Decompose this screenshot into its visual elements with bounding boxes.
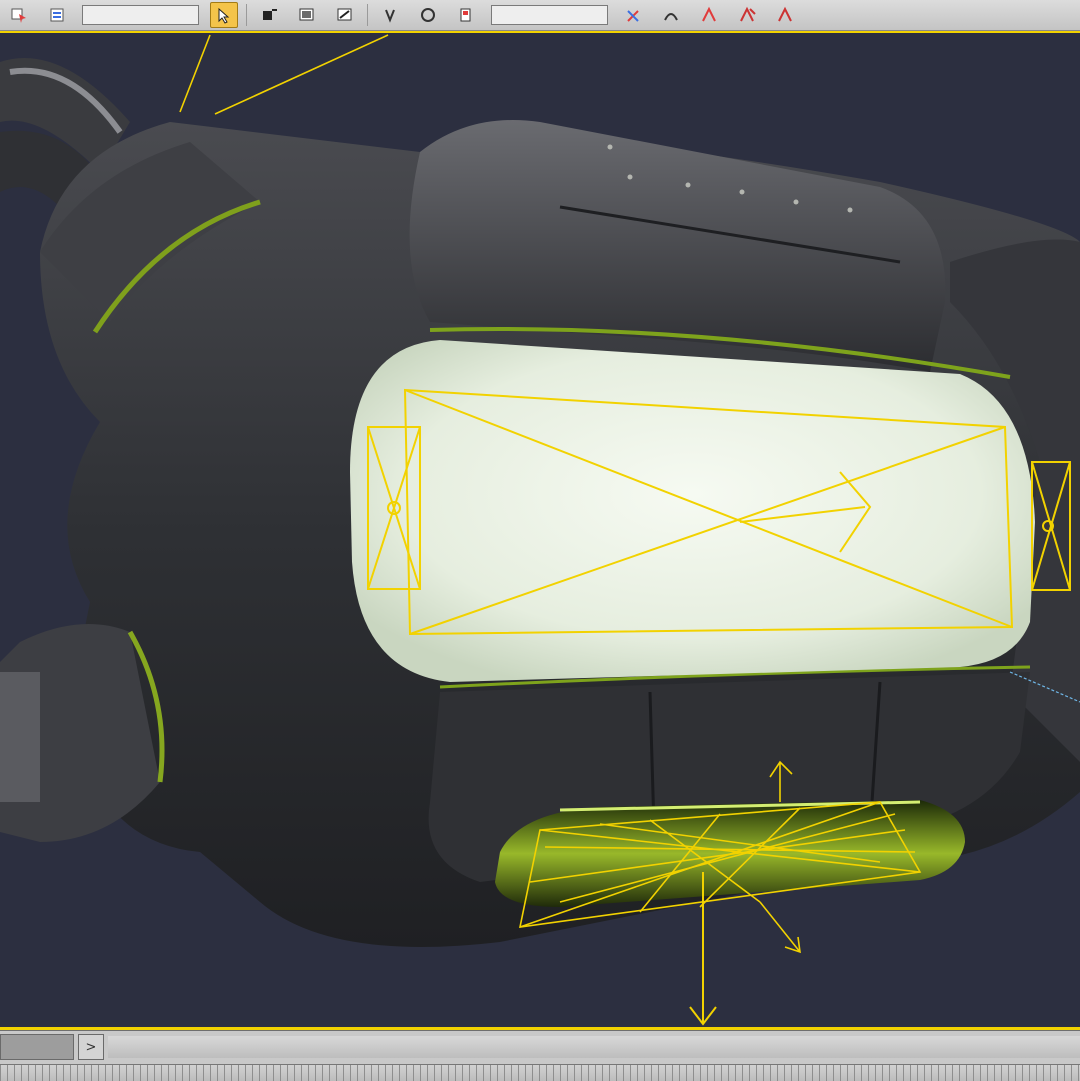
curve-editor-button[interactable]	[657, 2, 685, 28]
reference-coordinate-button[interactable]	[331, 2, 359, 28]
next-frame-button[interactable]: >	[78, 1034, 104, 1060]
select-icon	[11, 8, 26, 23]
perspective-viewport[interactable]	[0, 31, 1080, 1030]
link-lines	[179, 34, 389, 115]
list-icon	[50, 8, 64, 22]
mirror-button[interactable]	[452, 2, 480, 28]
coordinate-icon	[337, 8, 352, 21]
render-setup-button[interactable]	[695, 2, 723, 28]
scale-icon	[299, 8, 314, 21]
snap-toggle-button[interactable]	[376, 2, 404, 28]
select-and-scale-button[interactable]	[293, 2, 321, 28]
time-slider[interactable]: >	[0, 1030, 1080, 1065]
frame-field[interactable]	[0, 1034, 74, 1060]
select-and-move-button[interactable]	[210, 2, 238, 28]
render-icon	[740, 6, 756, 22]
toolbar-separator	[367, 4, 368, 26]
angle-snap-icon	[421, 8, 435, 22]
render-button[interactable]	[733, 2, 761, 28]
mirror-icon	[460, 8, 471, 22]
magnet-icon	[385, 9, 395, 23]
select-by-name-button[interactable]	[43, 2, 71, 28]
render-frame-button[interactable]	[771, 2, 799, 28]
teapot-icon	[702, 6, 716, 22]
align-icon	[627, 10, 639, 22]
named-selection-field[interactable]	[491, 5, 608, 25]
render-frame-icon	[778, 6, 792, 22]
selection-set-field[interactable]	[82, 5, 199, 25]
rotate-icon	[263, 9, 277, 20]
align-button[interactable]	[619, 2, 647, 28]
viewport-scene	[0, 34, 1080, 1026]
time-slider-track[interactable]	[108, 1036, 1080, 1058]
track-bar-ruler[interactable]	[0, 1064, 1080, 1081]
toolbar-separator	[246, 4, 247, 26]
main-toolbar	[0, 0, 1080, 31]
select-object-button[interactable]	[5, 2, 33, 28]
move-icon	[218, 7, 230, 24]
curve-icon	[664, 13, 678, 21]
angle-snap-button[interactable]	[414, 2, 442, 28]
select-and-rotate-button[interactable]	[255, 2, 283, 28]
